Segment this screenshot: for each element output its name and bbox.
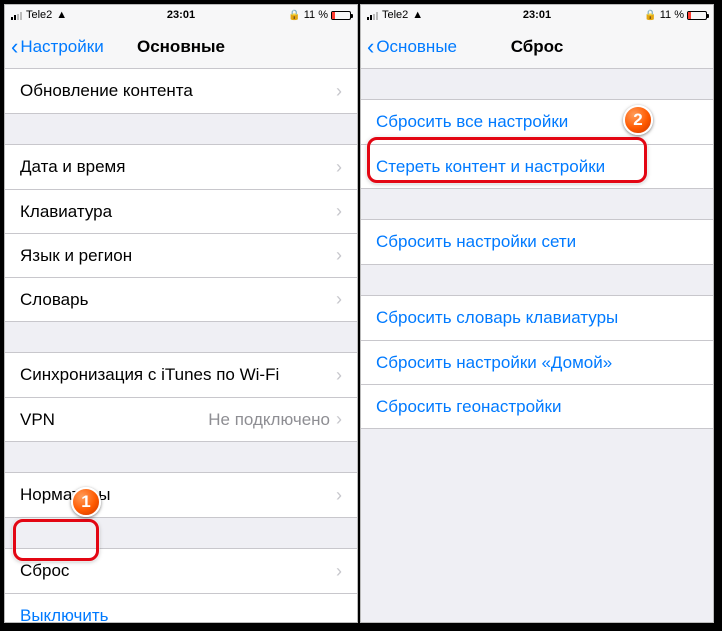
- content-left[interactable]: Обновление контента › Дата и время › Кла…: [5, 69, 357, 622]
- row-language[interactable]: Язык и регион ›: [5, 233, 357, 277]
- row-label: Нормативы: [20, 485, 336, 505]
- phone-right: Tele2 ▲ 23:01 🔒 11 % ‹ Основные Сброс Сб…: [360, 4, 714, 623]
- page-title: Сброс: [511, 37, 564, 57]
- row-norms[interactable]: Нормативы ›: [5, 473, 357, 517]
- status-bar: Tele2 ▲ 23:01 🔒 11 %: [5, 5, 357, 25]
- row-reset-geo[interactable]: Сбросить геонастройки: [361, 384, 713, 428]
- nav-bar: ‹ Основные Сброс: [361, 25, 713, 69]
- lock-icon: 🔒: [288, 10, 300, 21]
- row-label: Обновление контента: [20, 81, 336, 101]
- row-label: VPN: [20, 410, 208, 430]
- row-label: Синхронизация с iTunes по Wi-Fi: [20, 365, 336, 385]
- chevron-right-icon: ›: [336, 409, 342, 430]
- chevron-right-icon: ›: [336, 157, 342, 178]
- status-time: 23:01: [523, 9, 551, 21]
- content-right[interactable]: Сбросить все настройки Стереть контент и…: [361, 69, 713, 622]
- chevron-left-icon: ‹: [11, 36, 18, 58]
- back-label: Настройки: [20, 37, 103, 57]
- row-label: Выключить: [20, 606, 342, 623]
- row-reset-all[interactable]: Сбросить все настройки: [361, 100, 713, 144]
- chevron-right-icon: ›: [336, 201, 342, 222]
- row-label: Сбросить настройки «Домой»: [376, 353, 698, 373]
- row-keyboard[interactable]: Клавиатура ›: [5, 189, 357, 233]
- back-button[interactable]: ‹ Настройки: [11, 36, 104, 58]
- back-button[interactable]: ‹ Основные: [367, 36, 457, 58]
- row-content-update[interactable]: Обновление контента ›: [5, 69, 357, 113]
- signal-icon: [11, 11, 22, 20]
- row-reset-home[interactable]: Сбросить настройки «Домой»: [361, 340, 713, 384]
- back-label: Основные: [376, 37, 457, 57]
- battery-pct: 11 %: [660, 9, 684, 21]
- row-label: Клавиатура: [20, 202, 336, 222]
- row-datetime[interactable]: Дата и время ›: [5, 145, 357, 189]
- row-label: Сброс: [20, 561, 336, 581]
- row-label: Сбросить словарь клавиатуры: [376, 308, 698, 328]
- chevron-left-icon: ‹: [367, 36, 374, 58]
- row-value: Не подключено: [208, 410, 330, 430]
- status-bar: Tele2 ▲ 23:01 🔒 11 %: [361, 5, 713, 25]
- row-label: Сбросить все настройки: [376, 112, 698, 132]
- row-reset[interactable]: Сброс ›: [5, 549, 357, 593]
- chevron-right-icon: ›: [336, 245, 342, 266]
- signal-icon: [367, 11, 378, 20]
- row-dictionary[interactable]: Словарь ›: [5, 277, 357, 321]
- row-reset-network[interactable]: Сбросить настройки сети: [361, 220, 713, 264]
- row-erase-content[interactable]: Стереть контент и настройки: [361, 144, 713, 188]
- row-shutdown[interactable]: Выключить: [5, 593, 357, 622]
- nav-bar: ‹ Настройки Основные: [5, 25, 357, 69]
- row-label: Язык и регион: [20, 246, 336, 266]
- phone-left: Tele2 ▲ 23:01 🔒 11 % ‹ Настройки Основны…: [4, 4, 358, 623]
- row-vpn[interactable]: VPN Не подключено ›: [5, 397, 357, 441]
- row-label: Сбросить настройки сети: [376, 232, 698, 252]
- carrier-label: Tele2: [382, 9, 408, 21]
- row-label: Сбросить геонастройки: [376, 397, 698, 417]
- wifi-icon: ▲: [412, 10, 423, 21]
- battery-icon: [687, 11, 707, 20]
- carrier-label: Tele2: [26, 9, 52, 21]
- chevron-right-icon: ›: [336, 485, 342, 506]
- row-label: Дата и время: [20, 157, 336, 177]
- chevron-right-icon: ›: [336, 365, 342, 386]
- row-label: Стереть контент и настройки: [376, 157, 698, 177]
- lock-icon: 🔒: [644, 10, 656, 21]
- chevron-right-icon: ›: [336, 561, 342, 582]
- battery-icon: [331, 11, 351, 20]
- page-title: Основные: [137, 37, 225, 57]
- row-label: Словарь: [20, 290, 336, 310]
- chevron-right-icon: ›: [336, 81, 342, 102]
- wifi-icon: ▲: [56, 10, 67, 21]
- row-reset-keyboard-dict[interactable]: Сбросить словарь клавиатуры: [361, 296, 713, 340]
- row-itunes-wifi[interactable]: Синхронизация с iTunes по Wi-Fi ›: [5, 353, 357, 397]
- chevron-right-icon: ›: [336, 289, 342, 310]
- battery-pct: 11 %: [304, 9, 328, 21]
- status-time: 23:01: [167, 9, 195, 21]
